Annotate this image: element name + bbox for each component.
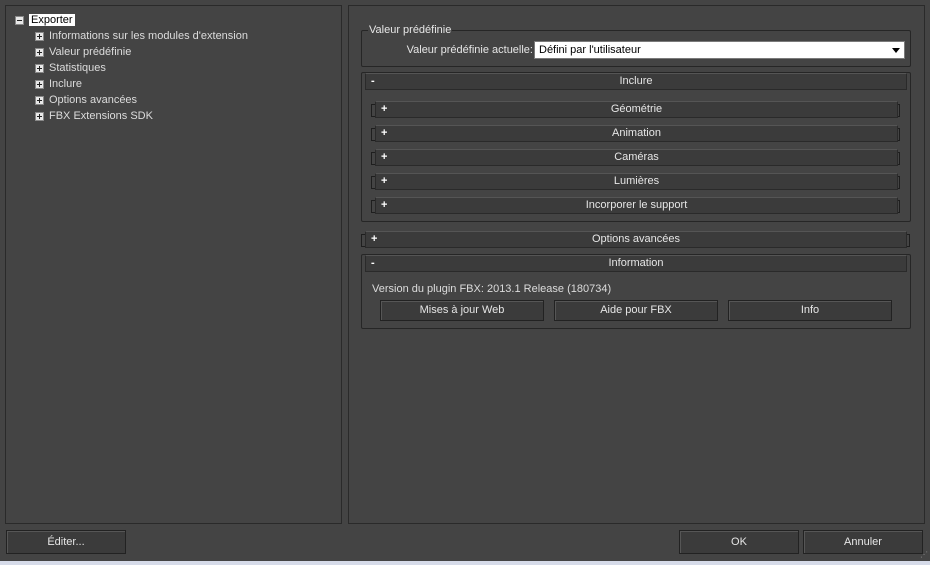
web-updates-button[interactable]: Mises à jour Web bbox=[380, 300, 544, 321]
dropdown-arrow-icon[interactable] bbox=[892, 48, 900, 53]
tree-node-label[interactable]: FBX Extensions SDK bbox=[49, 110, 153, 122]
expand-icon[interactable]: + bbox=[381, 126, 387, 141]
advanced-options-title: Options avancées bbox=[591, 233, 681, 245]
preset-dropdown-value: Défini par l'utilisateur bbox=[539, 44, 641, 56]
information-rollout-header[interactable]: - Information bbox=[365, 255, 907, 272]
tree-node-label[interactable]: Statistiques bbox=[49, 62, 106, 74]
expand-icon[interactable] bbox=[35, 31, 44, 41]
tree-node-label[interactable]: Options avancées bbox=[49, 94, 137, 106]
ok-button[interactable]: OK bbox=[679, 530, 799, 554]
include-title: Inclure bbox=[619, 75, 653, 87]
tree-node-label[interactable]: Informations sur les modules d'extension bbox=[49, 30, 248, 42]
tree-node-label[interactable]: Exporter bbox=[29, 14, 75, 26]
section-title: Animation bbox=[612, 127, 661, 139]
expand-icon[interactable]: + bbox=[381, 174, 387, 189]
tree-node-label[interactable]: Inclure bbox=[49, 78, 82, 90]
preset-group-title: Valeur prédéfinie bbox=[368, 24, 453, 36]
tree-node-exporter[interactable]: Exporter bbox=[15, 12, 248, 28]
expand-icon[interactable]: + bbox=[381, 102, 387, 117]
export-tree: Exporter Informations sur les modules d'… bbox=[15, 12, 248, 124]
preset-dropdown[interactable]: Défini par l'utilisateur bbox=[534, 41, 905, 59]
tree-node-statistics[interactable]: Statistiques bbox=[35, 60, 248, 76]
geometry-rollout[interactable]: + Géométrie bbox=[375, 101, 898, 118]
expand-icon[interactable] bbox=[35, 111, 44, 121]
section-title: Lumières bbox=[613, 175, 660, 187]
section-title: Caméras bbox=[614, 151, 659, 163]
info-button[interactable]: Info bbox=[728, 300, 892, 321]
edit-button[interactable]: Éditer... bbox=[6, 530, 126, 554]
embed-media-rollout[interactable]: + Incorporer le support bbox=[375, 197, 898, 214]
fbx-help-button[interactable]: Aide pour FBX bbox=[554, 300, 718, 321]
advanced-options-rollout[interactable]: + Options avancées bbox=[365, 231, 907, 248]
expand-icon[interactable] bbox=[35, 47, 44, 57]
current-preset-label: Valeur prédéfinie actuelle: bbox=[406, 44, 533, 56]
expand-icon[interactable]: + bbox=[381, 150, 387, 165]
tree-node-label[interactable]: Valeur prédéfinie bbox=[49, 46, 131, 58]
information-title: Information bbox=[608, 257, 664, 269]
collapse-icon[interactable]: - bbox=[371, 74, 375, 89]
resize-grip-icon[interactable]: ⋰ bbox=[920, 551, 928, 559]
tree-node-include[interactable]: Inclure bbox=[35, 76, 248, 92]
lights-rollout[interactable]: + Lumières bbox=[375, 173, 898, 190]
section-title: Incorporer le support bbox=[585, 199, 688, 211]
expand-icon[interactable]: + bbox=[371, 232, 377, 247]
tree-node-presets[interactable]: Valeur prédéfinie bbox=[35, 44, 248, 60]
include-rollout-header[interactable]: - Inclure bbox=[365, 73, 907, 90]
expand-icon[interactable] bbox=[35, 79, 44, 89]
tree-panel: Exporter Informations sur les modules d'… bbox=[5, 5, 342, 524]
expand-icon[interactable]: + bbox=[381, 198, 387, 213]
expand-icon[interactable] bbox=[35, 95, 44, 105]
preset-group: Valeur prédéfinie Valeur prédéfinie actu… bbox=[361, 24, 911, 67]
tree-node-fbx-sdk[interactable]: FBX Extensions SDK bbox=[35, 108, 248, 124]
tree-node-advanced-options[interactable]: Options avancées bbox=[35, 92, 248, 108]
collapse-icon[interactable]: - bbox=[371, 256, 375, 271]
cancel-button[interactable]: Annuler bbox=[803, 530, 923, 554]
bottom-edge bbox=[0, 561, 930, 565]
plugin-version-text: Version du plugin FBX: 2013.1 Release (1… bbox=[372, 283, 612, 295]
expand-icon[interactable] bbox=[35, 63, 44, 73]
cameras-rollout[interactable]: + Caméras bbox=[375, 149, 898, 166]
collapse-icon[interactable] bbox=[15, 15, 24, 25]
animation-rollout[interactable]: + Animation bbox=[375, 125, 898, 142]
section-title: Géométrie bbox=[610, 103, 663, 115]
tree-node-plugin-info[interactable]: Informations sur les modules d'extension bbox=[35, 28, 248, 44]
